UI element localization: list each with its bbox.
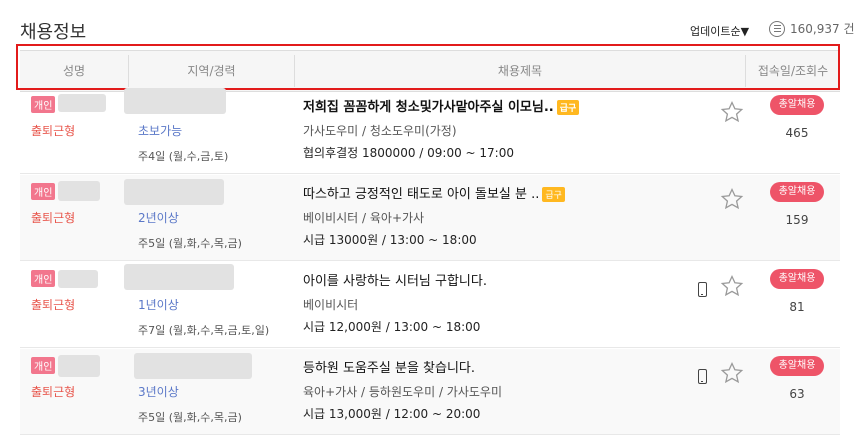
star-icon[interactable] — [720, 274, 744, 298]
job-row[interactable]: 개인 출퇴근형 2년이상 주5일 (월,화,수,목,금) 따스하고 긍정적인 태… — [20, 175, 840, 261]
header-highlight-box — [16, 44, 840, 90]
blurred-name — [58, 94, 106, 112]
work-type: 출퇴근형 — [31, 124, 76, 138]
job-category: 베이비시터 / 육아+가사 — [303, 211, 425, 225]
urgent-badge: 급구 — [556, 100, 580, 115]
work-days: 주7일 (월,화,수,목,금,토,일) — [138, 324, 270, 337]
job-title-text: 저희집 꼼꼼하게 청소및가사맡아주실 이모님.. — [303, 100, 554, 115]
job-row[interactable]: 개인 출퇴근형 초보가능 주4일 (월,수,금,토) 저희집 꼼꼼하게 청소및가… — [20, 88, 840, 174]
hire-badge: 총알채용 — [770, 95, 824, 115]
pay-and-hours: 시급 13000원 / 13:00 ~ 18:00 — [303, 233, 477, 247]
individual-badge: 개인 — [31, 357, 56, 374]
blurred-region — [124, 179, 224, 205]
individual-badge: 개인 — [31, 96, 56, 113]
career: 1년이상 — [138, 298, 179, 312]
job-row[interactable]: 개인 출퇴근형 1년이상 주7일 (월,화,수,목,금,토,일) 아이를 사랑하… — [20, 262, 840, 348]
list-icon — [769, 20, 785, 37]
phone-icon — [698, 369, 707, 384]
phone-icon — [698, 282, 707, 297]
star-icon[interactable] — [720, 361, 744, 385]
job-title-link[interactable]: 아이를 사랑하는 시터님 구합니다. — [303, 270, 487, 289]
job-category: 가사도우미 / 청소도우미(가정) — [303, 124, 457, 138]
view-count: 159 — [785, 213, 809, 227]
job-title-text: 등하원 도움주실 분을 찾습니다. — [303, 361, 476, 376]
job-title-text: 아이를 사랑하는 시터님 구합니다. — [303, 274, 487, 289]
view-count: 63 — [789, 387, 805, 401]
blurred-region — [124, 88, 226, 114]
view-count: 81 — [789, 300, 805, 314]
urgent-badge: 급구 — [542, 187, 565, 202]
star-icon[interactable] — [720, 100, 744, 124]
blurred-name — [58, 181, 100, 201]
job-title-link[interactable]: 등하원 도움주실 분을 찾습니다. — [303, 357, 475, 376]
pay-and-hours: 시급 13,000원 / 12:00 ~ 20:00 — [303, 407, 481, 421]
blurred-region — [134, 353, 252, 379]
work-type: 출퇴근형 — [31, 211, 76, 225]
work-days: 주5일 (월,화,수,목,금) — [138, 237, 242, 250]
blurred-name — [58, 355, 100, 377]
view-count: 465 — [785, 126, 809, 140]
individual-badge: 개인 — [31, 183, 56, 200]
hire-badge: 총알채용 — [770, 356, 824, 376]
work-days: 주5일 (월,화,수,목,금) — [138, 411, 242, 424]
job-title-text: 따스하고 긍정적인 태도로 아이 돌보실 분 .. — [303, 187, 540, 202]
job-category: 베이비시터 — [303, 298, 359, 312]
job-title-link[interactable]: 따스하고 긍정적인 태도로 아이 돌보실 분 .. 급구 — [303, 183, 565, 202]
total-count-label: 160,937 건 — [790, 22, 855, 36]
work-type: 출퇴근형 — [31, 385, 76, 399]
work-days: 주4일 (월,수,금,토) — [138, 150, 229, 163]
hire-badge: 총알채용 — [770, 269, 824, 289]
blurred-region — [124, 264, 234, 290]
blurred-name — [58, 270, 98, 288]
career: 3년이상 — [138, 385, 179, 399]
career: 초보가능 — [138, 124, 183, 138]
pay-and-hours: 협의후결정 1800000 / 09:00 ~ 17:00 — [303, 146, 514, 160]
job-title-link[interactable]: 저희집 꼼꼼하게 청소및가사맡아주실 이모님.. 급구 — [303, 96, 580, 115]
individual-badge: 개인 — [31, 270, 56, 287]
job-category: 육아+가사 / 등하원도우미 / 가사도우미 — [303, 385, 502, 399]
star-icon[interactable] — [720, 187, 744, 211]
job-row[interactable]: 개인 출퇴근형 3년이상 주5일 (월,화,수,목,금) 등하원 도움주실 분을… — [20, 349, 840, 435]
total-count: 160,937 건 — [769, 20, 854, 37]
career: 2년이상 — [138, 211, 179, 225]
sort-dropdown[interactable]: 업데이트순▼ — [690, 23, 749, 39]
page-title: 채용정보 — [20, 22, 87, 43]
pay-and-hours: 시급 12,000원 / 13:00 ~ 18:00 — [303, 320, 481, 334]
hire-badge: 총알채용 — [770, 182, 824, 202]
work-type: 출퇴근형 — [31, 298, 76, 312]
